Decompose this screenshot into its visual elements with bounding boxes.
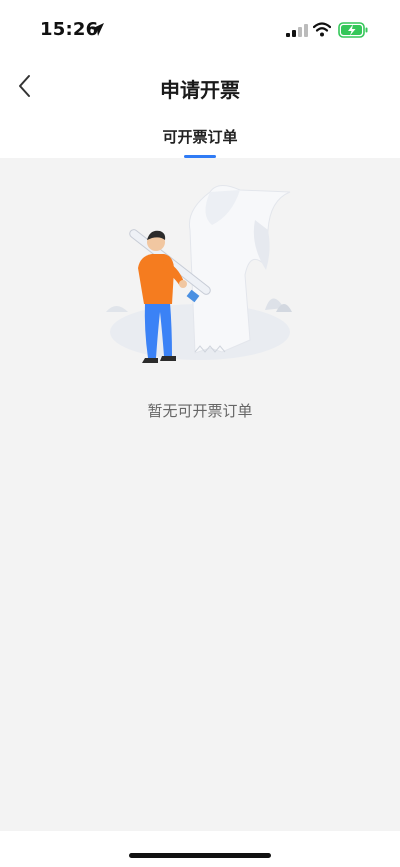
tab-label: 可开票订单 (162, 128, 238, 146)
battery-charging-icon (338, 22, 368, 38)
cellular-signal-icon (286, 24, 308, 37)
tab-active-indicator (184, 155, 216, 158)
navigation-bar: 申请开票 (0, 60, 400, 110)
location-arrow-icon (91, 23, 104, 36)
page-title: 申请开票 (160, 78, 240, 102)
empty-state-message: 暂无可开票订单 (147, 402, 253, 420)
header-area: 15:26 申请开票 可开票订单 (0, 0, 400, 158)
tab-invoiceable-orders[interactable]: 可开票订单 (140, 120, 260, 158)
status-bar: 15:26 (0, 0, 400, 56)
home-indicator[interactable] (129, 853, 271, 858)
wifi-icon (313, 22, 331, 37)
empty-receipt-illustration (106, 185, 292, 363)
bottom-safe-area (0, 831, 400, 867)
